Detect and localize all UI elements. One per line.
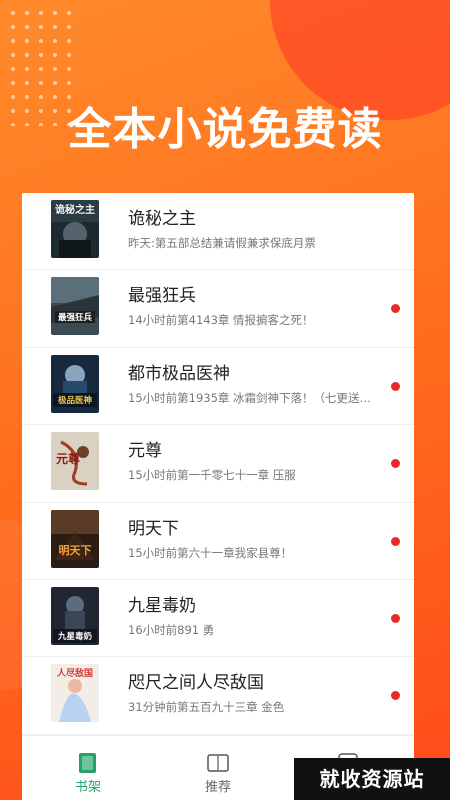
app-promo-screen: 全本小说免费读 诡秘之主 诡秘之主 昨天:第五部总结兼请假兼求保底月票 最强狂兵… [0, 0, 450, 800]
tab-recommend[interactable]: 推荐 [178, 742, 258, 800]
book-title: 咫尺之间人尽敌国 [128, 673, 264, 694]
book-latest-chapter: 15小时前第六十一章我家县尊！ [128, 545, 293, 560]
book-latest-chapter: 16小时前891 勇 [128, 622, 215, 637]
book-latest-chapter: 15小时前第一千零七十一章 压服 [128, 468, 296, 483]
book-cover: 诡秘之主 [51, 200, 99, 258]
book-latest-chapter: 昨天:第五部总结兼请假兼求保底月票 [128, 236, 316, 250]
unread-badge [391, 691, 400, 701]
book-title: 九星毒奶 [128, 595, 196, 616]
book-item-zuiqiang[interactable]: 最强狂兵 最强狂兵 14小时前第4143章 情报掮客之死！ [22, 270, 414, 348]
book-item-jiuxing[interactable]: 九星毒奶 九星毒奶 16小时前891 勇 [22, 580, 414, 658]
book-title: 明天下 [128, 518, 179, 539]
svg-text:诡秘之主: 诡秘之主 [55, 203, 95, 216]
book-cover: 元尊 [51, 432, 99, 491]
book-item-mingtianxia[interactable]: 明天下 明天下 15小时前第六十一章我家县尊！ [22, 503, 414, 580]
book-latest-chapter: 15小时前第1935章 冰霜剑神下落！（七更送… [128, 390, 372, 405]
book-title: 元尊 [128, 441, 162, 462]
book-cover: 最强狂兵 [51, 277, 99, 336]
book-item-guimi[interactable]: 诡秘之主 诡秘之主 昨天:第五部总结兼请假兼求保底月票 [22, 193, 414, 271]
book-title: 都市极品医神 [128, 363, 230, 384]
promo-headline: 全本小说免费读 [67, 104, 383, 155]
book-cover: 人尽敌国 [51, 664, 99, 723]
site-watermark: 就收资源站 [294, 758, 450, 800]
svg-text:明天下: 明天下 [59, 544, 92, 557]
svg-text:九星毒奶: 九星毒奶 [57, 631, 93, 642]
book-title: 诡秘之主 [128, 209, 196, 229]
book-item-yuanzun[interactable]: 元尊 元尊 15小时前第一千零七十一章 压服 [22, 425, 414, 503]
unread-badge [391, 536, 400, 546]
svg-text:极品医神: 极品医神 [58, 395, 93, 406]
book-list: 诡秘之主 诡秘之主 昨天:第五部总结兼请假兼求保底月票 最强狂兵 最强狂兵 14… [22, 193, 414, 735]
tab-label: 书架 [74, 780, 101, 795]
book-cover: 九星毒奶 [51, 586, 99, 645]
book-cover: 明天下 [51, 509, 99, 568]
book-item-doushi[interactable]: 极品医神 都市极品医神 15小时前第1935章 冰霜剑神下落！（七更送… [22, 348, 414, 426]
bookshelf-icon [75, 750, 101, 776]
svg-text:最强狂兵: 最强狂兵 [58, 312, 93, 323]
svg-text:人尽敌国: 人尽敌国 [56, 667, 93, 679]
decorative-circle [270, 0, 450, 120]
open-book-icon [205, 750, 231, 776]
book-title: 最强狂兵 [128, 286, 196, 307]
book-latest-chapter: 14小时前第4143章 情报掮客之死！ [128, 313, 314, 328]
unread-badge [391, 304, 400, 314]
book-cover: 极品医神 [51, 354, 99, 413]
unread-badge [391, 613, 400, 623]
book-item-zhichi[interactable]: 人尽敌国 咫尺之间人尽敌国 31分钟前第五百九十三章 金色 [22, 657, 414, 735]
svg-text:元尊: 元尊 [56, 451, 80, 466]
unread-badge [391, 459, 400, 469]
unread-badge [391, 381, 400, 391]
book-latest-chapter: 31分钟前第五百九十三章 金色 [128, 700, 285, 715]
tab-bookshelf[interactable]: 书架 [48, 742, 128, 800]
bookshelf-card: 诡秘之主 诡秘之主 昨天:第五部总结兼请假兼求保底月票 最强狂兵 最强狂兵 14… [22, 193, 414, 800]
tab-label: 推荐 [204, 780, 231, 795]
